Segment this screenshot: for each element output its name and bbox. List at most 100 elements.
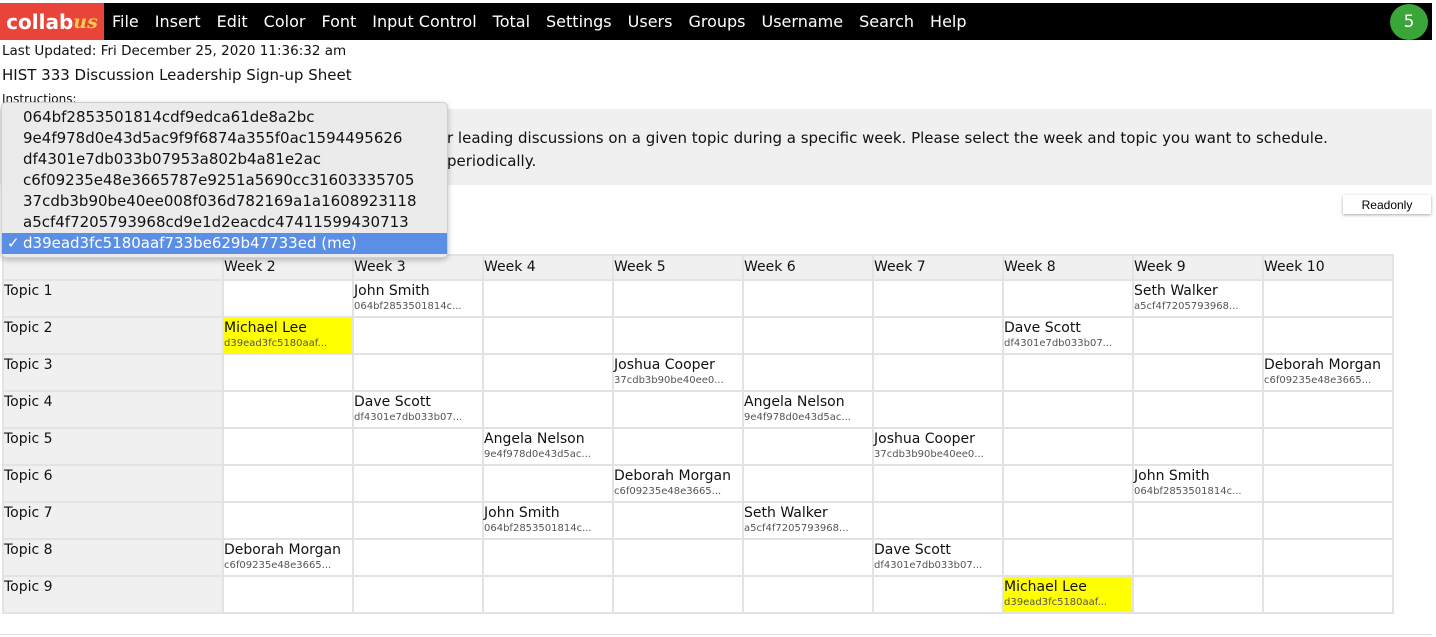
empty-cell[interactable] xyxy=(1262,501,1394,540)
menu-help[interactable]: Help xyxy=(922,12,974,31)
empty-cell[interactable] xyxy=(742,427,874,466)
empty-cell[interactable] xyxy=(1262,427,1394,466)
empty-cell[interactable] xyxy=(352,575,484,614)
empty-cell[interactable] xyxy=(352,538,484,577)
readonly-button[interactable]: Readonly xyxy=(1343,195,1431,214)
empty-cell[interactable] xyxy=(222,390,354,429)
signup-cell[interactable]: Seth Walker a5cf4f7205793968... xyxy=(1132,279,1264,318)
empty-cell[interactable] xyxy=(742,279,874,318)
menu-file[interactable]: File xyxy=(104,12,147,31)
empty-cell[interactable] xyxy=(1132,538,1264,577)
empty-cell[interactable] xyxy=(482,390,614,429)
username-option[interactable]: 064bf2853501814cdf9edca61de8a2bc xyxy=(2,107,447,128)
empty-cell[interactable] xyxy=(352,353,484,392)
menu-total[interactable]: Total xyxy=(485,12,538,31)
empty-cell[interactable] xyxy=(1002,427,1134,466)
empty-cell[interactable] xyxy=(1132,390,1264,429)
empty-cell[interactable] xyxy=(482,538,614,577)
username-option[interactable]: 9e4f978d0e43d5ac9f9f6874a355f0ac15944956… xyxy=(2,128,447,149)
empty-cell[interactable] xyxy=(352,427,484,466)
empty-cell[interactable] xyxy=(612,538,744,577)
empty-cell[interactable] xyxy=(1262,316,1394,355)
signup-cell[interactable]: Angela Nelson 9e4f978d0e43d5ac... xyxy=(482,427,614,466)
empty-cell[interactable] xyxy=(222,575,354,614)
empty-cell[interactable] xyxy=(1262,390,1394,429)
signup-cell[interactable]: Deborah Morgan c6f09235e48e3665... xyxy=(222,538,354,577)
menu-input-control[interactable]: Input Control xyxy=(364,12,484,31)
empty-cell[interactable] xyxy=(222,279,354,318)
menu-insert[interactable]: Insert xyxy=(147,12,209,31)
signup-cell[interactable]: Seth Walker a5cf4f7205793968... xyxy=(742,501,874,540)
empty-cell[interactable] xyxy=(482,316,614,355)
menu-username[interactable]: Username xyxy=(754,12,852,31)
signup-cell[interactable]: Michael Lee d39ead3fc5180aaf... xyxy=(1002,575,1134,614)
empty-cell[interactable] xyxy=(612,501,744,540)
empty-cell[interactable] xyxy=(352,464,484,503)
empty-cell[interactable] xyxy=(612,390,744,429)
empty-cell[interactable] xyxy=(872,501,1004,540)
signup-cell[interactable]: Michael Lee d39ead3fc5180aaf... xyxy=(222,316,354,355)
empty-cell[interactable] xyxy=(222,353,354,392)
signup-cell[interactable]: John Smith 064bf2853501814c... xyxy=(1132,464,1264,503)
signup-cell[interactable]: Joshua Cooper 37cdb3b90be40ee0... xyxy=(872,427,1004,466)
empty-cell[interactable] xyxy=(872,575,1004,614)
menu-edit[interactable]: Edit xyxy=(209,12,256,31)
empty-cell[interactable] xyxy=(872,279,1004,318)
signup-cell[interactable]: Dave Scott df4301e7db033b07... xyxy=(872,538,1004,577)
empty-cell[interactable] xyxy=(1262,575,1394,614)
username-option[interactable]: a5cf4f7205793968cd9e1d2eacdc474115994307… xyxy=(2,212,447,233)
signup-cell[interactable]: Angela Nelson 9e4f978d0e43d5ac... xyxy=(742,390,874,429)
empty-cell[interactable] xyxy=(612,316,744,355)
empty-cell[interactable] xyxy=(1002,279,1134,318)
empty-cell[interactable] xyxy=(482,279,614,318)
empty-cell[interactable] xyxy=(1132,427,1264,466)
signup-cell[interactable]: Dave Scott df4301e7db033b07... xyxy=(352,390,484,429)
empty-cell[interactable] xyxy=(1132,316,1264,355)
signup-cell[interactable]: Joshua Cooper 37cdb3b90be40ee0... xyxy=(612,353,744,392)
username-dropdown[interactable]: 064bf2853501814cdf9edca61de8a2bc 9e4f978d… xyxy=(1,102,448,258)
empty-cell[interactable] xyxy=(742,316,874,355)
empty-cell[interactable] xyxy=(1132,353,1264,392)
empty-cell[interactable] xyxy=(742,353,874,392)
username-option[interactable]: c6f09235e48e3665787e9251a5690cc316033357… xyxy=(2,170,447,191)
signup-cell[interactable]: John Smith 064bf2853501814c... xyxy=(352,279,484,318)
empty-cell[interactable] xyxy=(352,316,484,355)
empty-cell[interactable] xyxy=(612,427,744,466)
empty-cell[interactable] xyxy=(1262,279,1394,318)
menu-color[interactable]: Color xyxy=(256,12,314,31)
menu-font[interactable]: Font xyxy=(313,12,364,31)
empty-cell[interactable] xyxy=(742,538,874,577)
empty-cell[interactable] xyxy=(872,353,1004,392)
empty-cell[interactable] xyxy=(482,575,614,614)
signup-cell[interactable]: Deborah Morgan c6f09235e48e3665... xyxy=(1262,353,1394,392)
empty-cell[interactable] xyxy=(1132,501,1264,540)
signup-cell[interactable]: Dave Scott df4301e7db033b07... xyxy=(1002,316,1134,355)
username-option[interactable]: ✓ d39ead3fc5180aaf733be629b47733ed (me) xyxy=(2,233,447,254)
empty-cell[interactable] xyxy=(222,464,354,503)
empty-cell[interactable] xyxy=(1002,353,1134,392)
empty-cell[interactable] xyxy=(1002,501,1134,540)
empty-cell[interactable] xyxy=(872,464,1004,503)
empty-cell[interactable] xyxy=(1262,538,1394,577)
empty-cell[interactable] xyxy=(1262,464,1394,503)
menu-groups[interactable]: Groups xyxy=(680,12,753,31)
empty-cell[interactable] xyxy=(1002,538,1134,577)
signup-cell[interactable]: John Smith 064bf2853501814c... xyxy=(482,501,614,540)
online-users-badge[interactable]: 5 xyxy=(1390,4,1428,40)
menu-settings[interactable]: Settings xyxy=(538,12,620,31)
empty-cell[interactable] xyxy=(482,353,614,392)
empty-cell[interactable] xyxy=(872,390,1004,429)
empty-cell[interactable] xyxy=(1002,390,1134,429)
collabus-logo[interactable]: collab us xyxy=(0,3,104,40)
empty-cell[interactable] xyxy=(742,464,874,503)
empty-cell[interactable] xyxy=(1132,575,1264,614)
empty-cell[interactable] xyxy=(222,427,354,466)
empty-cell[interactable] xyxy=(612,279,744,318)
username-option[interactable]: 37cdb3b90be40ee008f036d782169a1a16089231… xyxy=(2,191,447,212)
empty-cell[interactable] xyxy=(482,464,614,503)
empty-cell[interactable] xyxy=(1002,464,1134,503)
empty-cell[interactable] xyxy=(222,501,354,540)
empty-cell[interactable] xyxy=(352,501,484,540)
empty-cell[interactable] xyxy=(612,575,744,614)
empty-cell[interactable] xyxy=(742,575,874,614)
